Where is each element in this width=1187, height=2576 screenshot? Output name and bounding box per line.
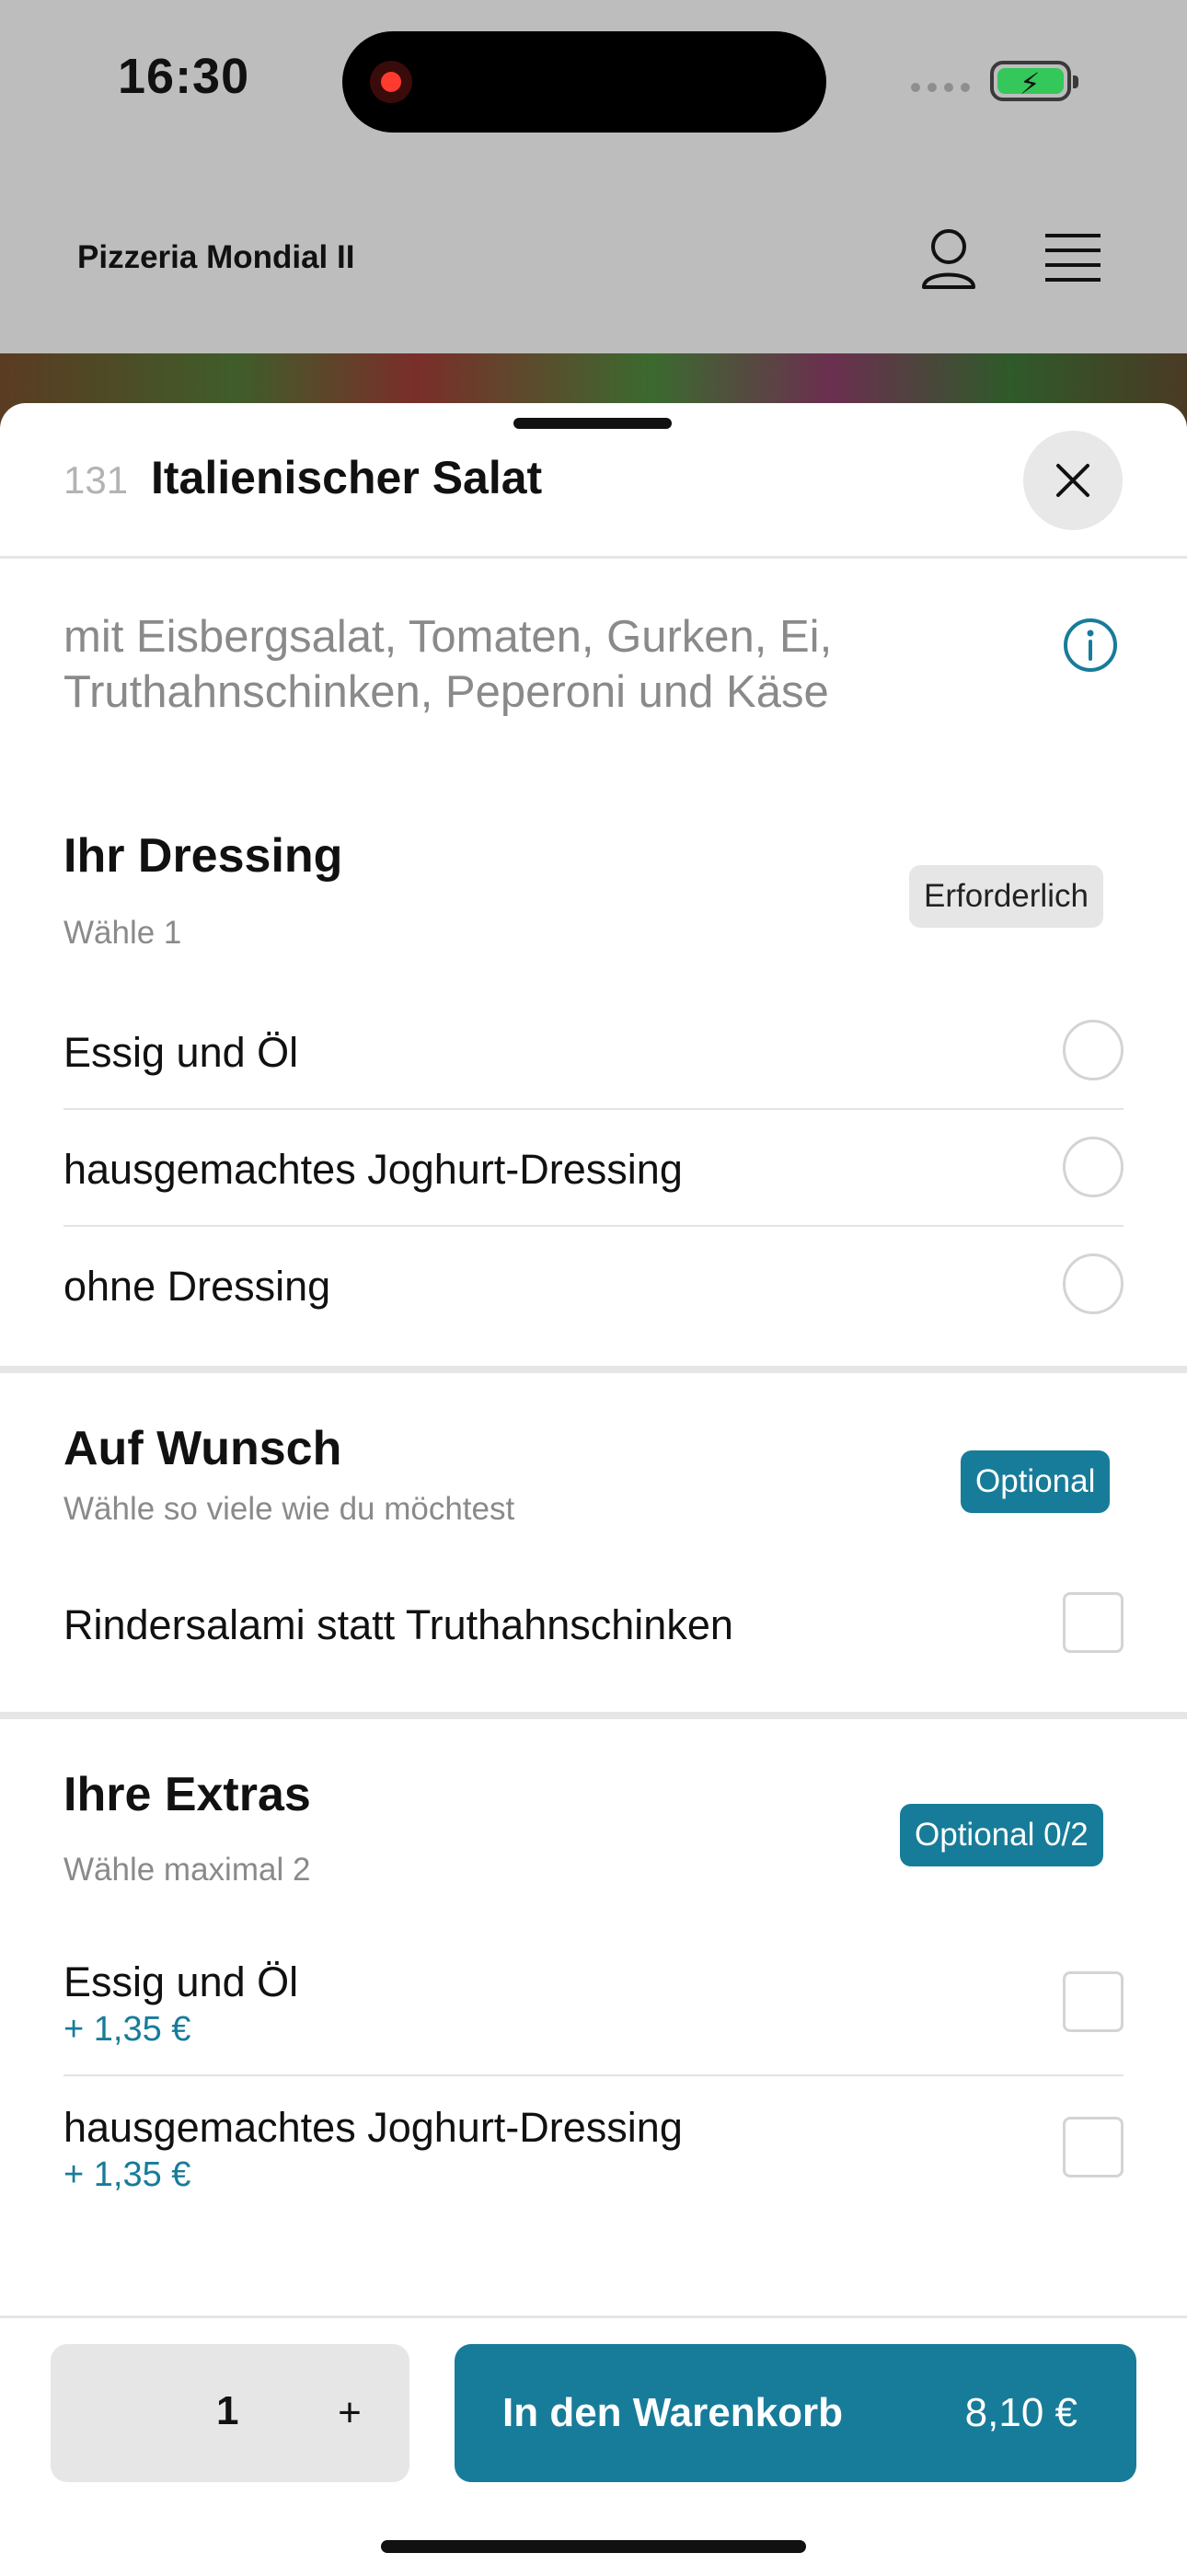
option-label: hausgemachtes Joghurt-Dressing — [63, 2104, 683, 2151]
dressing-section-title: Ihr Dressing — [63, 829, 343, 883]
radio-button[interactable] — [1063, 1137, 1124, 1197]
item-number: 131 — [63, 458, 129, 502]
sheet-grabber[interactable] — [513, 418, 672, 429]
item-detail-sheet: 131 Italienischer Salat mit Eisbergsalat… — [0, 403, 1187, 2573]
add-to-cart-button[interactable]: In den Warenkorb 8,10 € — [455, 2344, 1136, 2482]
brand-name[interactable]: Pizzeria Mondial II — [77, 239, 354, 276]
optional-limit-badge: Optional 0/2 — [900, 1804, 1103, 1866]
app-header: Pizzeria Mondial II — [0, 166, 1187, 353]
quantity-stepper: 1 + — [51, 2344, 409, 2482]
wish-section-subtitle: Wähle so viele wie du möchtest — [63, 1491, 515, 1527]
required-badge: Erforderlich — [909, 865, 1103, 928]
option-price: + 1,35 € — [63, 2010, 191, 2049]
dressing-option[interactable]: Essig und Öl — [63, 992, 1124, 1110]
quantity-value: 1 — [216, 2388, 239, 2433]
cart-button-label: In den Warenkorb — [502, 2390, 843, 2435]
dressing-option[interactable]: ohne Dressing — [63, 1226, 1124, 1342]
section-divider — [0, 1366, 1187, 1373]
checkbox[interactable] — [1063, 1971, 1124, 2032]
sheet-header: 131 Italienischer Salat — [0, 403, 1187, 559]
wish-section-title: Auf Wunsch — [63, 1422, 342, 1475]
option-label: Rindersalami statt Truthahnschinken — [63, 1601, 733, 1648]
wish-option[interactable]: Rindersalami statt Truthahnschinken — [63, 1565, 1124, 1681]
optional-badge: Optional — [961, 1450, 1111, 1513]
charging-bolt-icon: ⚡ — [1020, 66, 1041, 101]
signal-icon — [911, 83, 970, 92]
extras-option[interactable]: Essig und Öl + 1,35 € — [63, 1931, 1124, 2076]
close-button[interactable] — [1023, 431, 1123, 530]
close-icon — [1056, 464, 1089, 497]
option-price: + 1,35 € — [63, 2155, 191, 2194]
cart-button-price: 8,10 € — [964, 2390, 1078, 2435]
home-indicator[interactable] — [381, 2540, 806, 2553]
dynamic-island — [342, 31, 826, 133]
order-footer: 1 + In den Warenkorb 8,10 € — [0, 2316, 1187, 2576]
status-time: 16:30 — [118, 49, 250, 104]
dressing-section-subtitle: Wähle 1 — [63, 915, 182, 951]
option-label: ohne Dressing — [63, 1263, 331, 1310]
item-title: Italienischer Salat — [151, 452, 543, 503]
battery-icon: ⚡ — [990, 61, 1078, 101]
dressing-option[interactable]: hausgemachtes Joghurt-Dressing — [63, 1109, 1124, 1227]
info-icon[interactable] — [1062, 617, 1119, 674]
option-label: Essig und Öl — [63, 1958, 299, 2005]
user-icon[interactable] — [920, 226, 977, 291]
increment-button[interactable]: + — [317, 2381, 382, 2445]
checkbox[interactable] — [1063, 2117, 1124, 2177]
recording-icon — [370, 61, 412, 103]
checkbox[interactable] — [1063, 1592, 1124, 1653]
extras-section-title: Ihre Extras — [63, 1768, 311, 1821]
status-bar: 16:30 ⚡ — [0, 0, 1187, 166]
radio-button[interactable] — [1063, 1253, 1124, 1314]
extras-option[interactable]: hausgemachtes Joghurt-Dressing + 1,35 € — [63, 2076, 1124, 2220]
item-description: mit Eisbergsalat, Tomaten, Gurken, Ei, T… — [63, 612, 833, 717]
extras-section-subtitle: Wähle maximal 2 — [63, 1852, 311, 1888]
menu-icon[interactable] — [1043, 232, 1102, 283]
option-label: hausgemachtes Joghurt-Dressing — [63, 1146, 683, 1193]
radio-button[interactable] — [1063, 1020, 1124, 1080]
option-label: Essig und Öl — [63, 1029, 299, 1076]
section-divider — [0, 1712, 1187, 1719]
